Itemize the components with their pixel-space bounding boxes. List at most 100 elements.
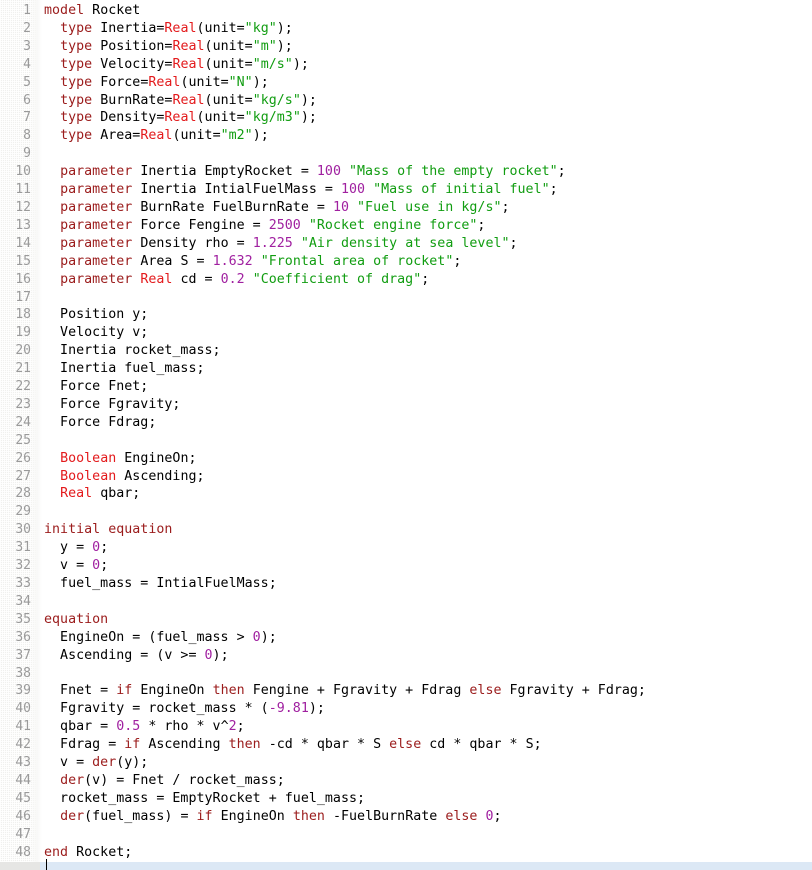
line-number: 40 [15, 701, 31, 717]
code-token-pl: -FuelBurnRate [324, 808, 446, 824]
code-token-pl: Force= [92, 74, 149, 90]
code-token-str: "Air density at sea level" [300, 235, 510, 251]
code-line[interactable]: Force Fgravity; [44, 396, 812, 414]
code-line[interactable]: v = der(y); [44, 754, 812, 772]
code-line[interactable]: Real qbar; [44, 485, 812, 503]
code-line[interactable]: parameter Density rho = 1.225 "Air densi… [44, 235, 812, 253]
code-token-num: 0 [204, 647, 213, 663]
line-number: 10 [15, 164, 31, 180]
code-token-str: "Fuel use in kg/s" [357, 199, 502, 215]
line-number: 43 [15, 755, 31, 771]
code-line[interactable]: model Rocket [44, 2, 812, 20]
code-line[interactable]: parameter Real cd = 0.2 "Coefficient of … [44, 271, 812, 289]
code-token-str: "kg" [244, 20, 277, 36]
code-line[interactable]: initial equation [44, 521, 812, 539]
code-line[interactable]: Inertia fuel_mass; [44, 360, 812, 378]
code-line[interactable]: EngineOn = (fuel_mass > 0); [44, 629, 812, 647]
line-number: 35 [15, 611, 31, 627]
code-line[interactable]: parameter Inertia EmptyRocket = 100 "Mas… [44, 163, 812, 181]
code-line[interactable] [44, 145, 812, 163]
code-line[interactable]: qbar = 0.5 * rho * v^2; [44, 718, 812, 736]
line-number: 45 [15, 790, 31, 806]
code-line[interactable]: Position y; [44, 306, 812, 324]
code-line[interactable]: Boolean Ascending; [44, 468, 812, 486]
code-token-pl: Area S = [132, 253, 213, 269]
code-token-typ: Real [172, 56, 205, 72]
code-line[interactable]: Force Fdrag; [44, 414, 812, 432]
code-line[interactable]: v = 0; [44, 557, 812, 575]
code-token-kw: end [44, 844, 69, 860]
code-line[interactable] [44, 665, 812, 683]
line-number: 38 [15, 665, 31, 681]
line-number: 47 [15, 826, 31, 842]
code-token-pl: Area= [92, 128, 141, 144]
code-line[interactable] [44, 826, 812, 844]
code-line[interactable]: type Force=Real(unit="N"); [44, 74, 812, 92]
code-line[interactable]: type BurnRate=Real(unit="kg/s"); [44, 92, 812, 110]
code-token-pl: ; [557, 164, 566, 180]
line-number: 8 [23, 128, 31, 144]
current-line-gutter-highlight [0, 862, 40, 870]
code-token-pl: (unit= [204, 38, 253, 54]
code-line[interactable]: type Position=Real(unit="m"); [44, 38, 812, 56]
code-line[interactable]: fuel_mass = IntialFuelMass; [44, 575, 812, 593]
code-line[interactable]: rocket_mass = EmptyRocket + fuel_mass; [44, 790, 812, 808]
code-line[interactable]: type Inertia=Real(unit="kg"); [44, 20, 812, 38]
code-line[interactable]: der(v) = Fnet / rocket_mass; [44, 772, 812, 790]
code-token-num: 0.5 [116, 719, 141, 735]
code-token-kw: else [469, 683, 502, 699]
code-token-kw: if [124, 737, 141, 753]
code-line[interactable]: Fgravity = rocket_mass * (-9.81); [44, 700, 812, 718]
code-line[interactable]: parameter Force Fengine = 2500 "Rocket e… [44, 217, 812, 235]
code-line[interactable] [44, 289, 812, 307]
code-line[interactable]: Fnet = if EngineOn then Fengine + Fgravi… [44, 682, 812, 700]
code-token-pl: Fengine + Fgravity + Fdrag [244, 683, 470, 699]
code-token-str: "m/s" [252, 56, 293, 72]
code-line[interactable]: Boolean EngineOn; [44, 450, 812, 468]
code-line[interactable]: Ascending = (v >= 0); [44, 647, 812, 665]
code-token-kw: initial equation [44, 522, 173, 538]
code-line[interactable]: parameter Inertia IntialFuelMass = 100 "… [44, 181, 812, 199]
code-line[interactable]: parameter Area S = 1.632 "Frontal area o… [44, 253, 812, 271]
code-token-str: "m2" [220, 128, 253, 144]
code-line[interactable]: end Rocket; [44, 844, 812, 862]
code-token-pl: (unit= [204, 56, 253, 72]
code-line[interactable]: Force Fnet; [44, 378, 812, 396]
code-line[interactable]: Fdrag = if Ascending then -cd * qbar * S… [44, 736, 812, 754]
code-token-pl: (unit= [172, 128, 221, 144]
code-line[interactable]: type Density=Real(unit="kg/m3"); [44, 109, 812, 127]
line-number: 1 [23, 3, 31, 18]
code-line[interactable]: type Area=Real(unit="m2"); [44, 127, 812, 145]
code-token-kw: type [60, 74, 93, 90]
code-token-pl: v = [44, 558, 93, 574]
code-token-typ: Real [164, 20, 197, 36]
code-token-typ: Real [60, 486, 93, 502]
code-token-pl: (y); [116, 755, 149, 771]
line-number: 44 [15, 772, 31, 788]
code-token-num: 0 [92, 558, 101, 574]
code-content[interactable]: model Rocket type Inertia=Real(unit="kg"… [44, 0, 812, 862]
line-number: 11 [15, 182, 31, 198]
code-line[interactable]: equation [44, 611, 812, 629]
code-line[interactable] [44, 432, 812, 450]
code-token-kw: equation [44, 611, 109, 627]
line-number: 5 [23, 74, 31, 90]
code-line[interactable]: type Velocity=Real(unit="m/s"); [44, 56, 812, 74]
code-editor[interactable]: 1 2 3 4 5 6 7 8 9 10 11 12 13 14 15 16 17 18 19 20 21 22 23 24 2… [0, 0, 812, 870]
code-token-kw: then [228, 737, 261, 753]
code-line[interactable]: der(fuel_mass) = if EngineOn then -FuelB… [44, 808, 812, 826]
code-line[interactable] [44, 503, 812, 521]
code-token-pl: Fgravity + Fdrag; [501, 683, 646, 699]
code-line[interactable]: Inertia rocket_mass; [44, 342, 812, 360]
code-line[interactable]: Velocity v; [44, 324, 812, 342]
code-token-pl: ); [292, 56, 309, 72]
code-line[interactable]: y = 0; [44, 539, 812, 557]
code-line[interactable] [44, 593, 812, 611]
code-token-num: 0.2 [220, 271, 245, 287]
code-line[interactable]: parameter BurnRate FuelBurnRate = 10 "Fu… [44, 199, 812, 217]
line-number: 13 [15, 217, 31, 233]
